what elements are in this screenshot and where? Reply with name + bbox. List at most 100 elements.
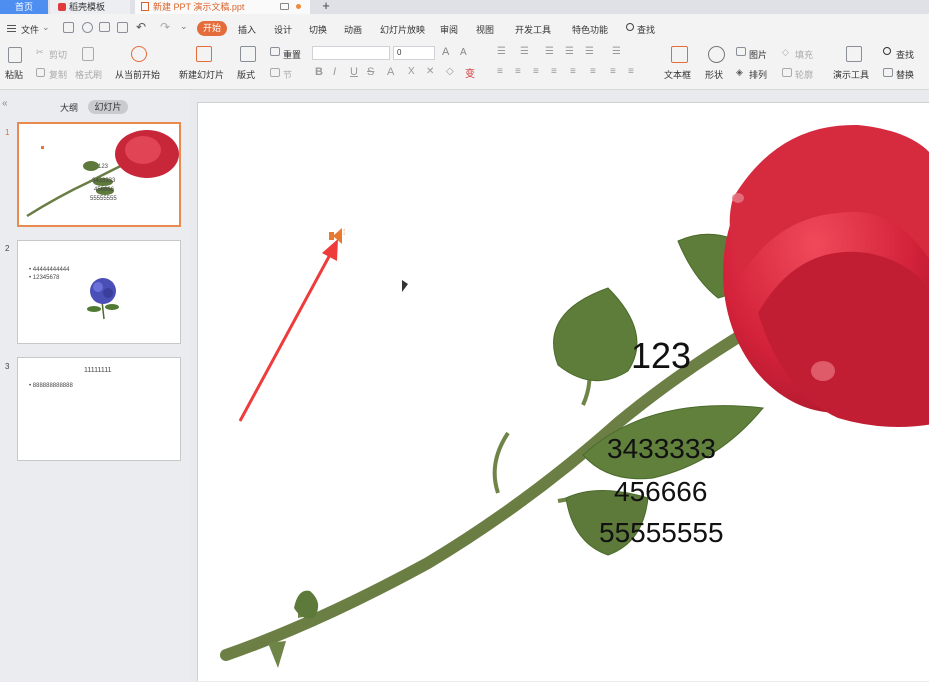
underline-icon[interactable]: U — [350, 66, 358, 78]
fill-button[interactable]: 填充 — [795, 48, 813, 61]
thumb1-text-3: 456666 — [94, 187, 115, 193]
replace-button[interactable]: 替换 — [896, 68, 914, 81]
bullets-icon[interactable]: ☰ — [497, 46, 506, 57]
align-center-icon[interactable]: ≡ — [515, 66, 521, 77]
phonetic-icon[interactable]: 变 — [465, 65, 475, 80]
menu-insert[interactable]: 插入 — [238, 23, 256, 36]
picture-button[interactable]: 图片 — [749, 48, 767, 61]
superscript-icon[interactable]: X — [408, 66, 415, 77]
thumb1-text-2: 3433333 — [92, 178, 116, 184]
menu-developer[interactable]: 开发工具 — [515, 23, 551, 36]
search-icon[interactable] — [626, 23, 634, 31]
menu-search[interactable]: 查找 — [637, 23, 655, 36]
slide-number-3: 3 — [5, 362, 10, 371]
tab-slides[interactable]: 幻灯片 — [88, 100, 128, 114]
text-direction-icon[interactable]: ☰ — [585, 46, 594, 57]
thumb2-text-1: • 44444444444 — [29, 267, 70, 273]
new-slide-button[interactable]: 新建幻灯片 — [179, 68, 224, 81]
chevron-down-icon: ⌄ — [42, 22, 50, 32]
find-button[interactable]: 查找 — [896, 48, 914, 61]
line-spacing-icon[interactable]: ≡ — [590, 66, 596, 77]
paste-button[interactable]: 粘贴 — [5, 68, 23, 81]
slide-text-1[interactable]: 123 — [631, 335, 691, 377]
hamburger-icon[interactable] — [7, 25, 16, 32]
new-tab-button[interactable]: + — [318, 0, 334, 14]
outline-button[interactable]: 轮廓 — [795, 68, 813, 81]
menu-view[interactable]: 视图 — [476, 23, 494, 36]
para-spacing-icon[interactable]: ≡ — [610, 66, 616, 77]
slide-text-4[interactable]: 55555555 — [599, 517, 724, 549]
eraser-icon[interactable]: ◇ — [446, 66, 454, 77]
menu-slideshow[interactable]: 幻灯片放映 — [380, 23, 425, 36]
column-icon[interactable]: ☰ — [612, 46, 621, 57]
menu-start[interactable]: 开始 — [197, 21, 227, 36]
slide-canvas[interactable]: ⁞ 123 3433333 456666 55555555 — [197, 102, 929, 681]
font-name-combo[interactable] — [312, 46, 390, 60]
indent-increase-icon[interactable]: ☰ — [565, 46, 574, 57]
slide-text-2[interactable]: 3433333 — [607, 433, 716, 465]
tab-outline[interactable]: 大纲 — [60, 101, 78, 114]
tab-home[interactable]: 首页 — [0, 0, 48, 14]
font-shrink-icon[interactable]: A — [460, 47, 467, 58]
indent-decrease-icon[interactable]: ☰ — [545, 46, 554, 57]
cut-button[interactable]: 剪切 — [49, 48, 67, 61]
slide-text-3[interactable]: 456666 — [614, 476, 707, 508]
layout-button[interactable]: 版式 — [237, 68, 255, 81]
slide-number-1: 1 — [5, 128, 10, 137]
font-size-combo[interactable]: 0 — [393, 46, 435, 60]
font-grow-icon[interactable]: A — [442, 46, 449, 58]
clear-format-icon[interactable]: ✕ — [426, 66, 434, 77]
rose-thumbnail-image — [26, 130, 179, 218]
copy-icon — [36, 68, 45, 77]
hydrangea-image — [87, 278, 119, 320]
shape-button[interactable]: 形状 — [705, 68, 723, 81]
menu-transition[interactable]: 切换 — [309, 23, 327, 36]
menu-special[interactable]: 特色功能 — [572, 23, 608, 36]
bold-icon[interactable]: B — [315, 66, 323, 78]
menu-design[interactable]: 设计 — [274, 23, 292, 36]
menu-animation[interactable]: 动画 — [344, 23, 362, 36]
italic-icon[interactable]: I — [333, 66, 336, 78]
ppt-file-icon — [141, 2, 149, 11]
tab-bar: 首页 稻壳模板 新建 PPT 演示文稿.ppt + — [0, 0, 929, 14]
ribbon-toolbar: 粘贴 ✂ 剪切 复制 格式刷 从当前开始 新建幻灯片 版式 重置 节 0 A A… — [0, 42, 929, 90]
menu-review[interactable]: 审阅 — [440, 23, 458, 36]
print-icon[interactable] — [99, 22, 110, 32]
strikethrough-icon[interactable]: S — [367, 66, 374, 78]
collapse-panel-icon[interactable]: « — [2, 98, 8, 109]
rose-image — [220, 124, 929, 668]
undo-icon[interactable]: ↶ — [136, 20, 146, 34]
paste-icon — [8, 47, 22, 63]
thumb1-text-1: 123 — [98, 164, 109, 170]
reset-button[interactable]: 重置 — [283, 48, 301, 61]
section-button[interactable]: 节 — [283, 68, 292, 81]
numbering-icon[interactable]: ☰ — [520, 46, 529, 57]
slide-thumbnail-3[interactable]: 11111111 • 888888888888 — [17, 357, 181, 461]
justify-icon[interactable]: ≡ — [551, 66, 557, 77]
export-icon[interactable] — [82, 22, 93, 33]
text-box-button[interactable]: 文本框 — [664, 68, 691, 81]
from-current-button[interactable]: 从当前开始 — [115, 68, 160, 81]
save-icon[interactable] — [63, 22, 74, 33]
font-color-icon[interactable]: A — [387, 66, 394, 78]
preview-icon[interactable] — [117, 22, 128, 33]
audio-speaker-icon[interactable]: ⁞ — [329, 227, 349, 245]
slide-thumbnail-1[interactable]: 123 3433333 456666 55555555 — [17, 122, 181, 227]
distributed-icon[interactable]: ≡ — [570, 66, 576, 77]
presentation-tools-button[interactable]: 演示工具 — [833, 68, 869, 81]
format-painter-button[interactable]: 格式刷 — [75, 68, 102, 81]
thumb3-title: 11111111 — [84, 367, 112, 374]
monitor-icon[interactable] — [280, 3, 289, 10]
redo-icon[interactable]: ↷ — [160, 20, 170, 34]
align-left-icon[interactable]: ≡ — [497, 66, 503, 77]
menu-file[interactable]: 文件 — [21, 23, 39, 36]
arrange-button[interactable]: 排列 — [749, 68, 767, 81]
more-icon[interactable]: ⌄ — [180, 21, 188, 32]
para-settings-icon[interactable]: ≡ — [628, 66, 634, 77]
presentation-tools-icon — [846, 46, 862, 62]
slide-thumbnail-2[interactable]: • 44444444444 • 12345678 — [17, 240, 181, 344]
tab-template[interactable]: 稻壳模板 — [50, 0, 130, 14]
tab-document-label: 新建 PPT 演示文稿.ppt — [153, 2, 245, 12]
align-right-icon[interactable]: ≡ — [533, 66, 539, 77]
copy-button[interactable]: 复制 — [49, 68, 67, 81]
